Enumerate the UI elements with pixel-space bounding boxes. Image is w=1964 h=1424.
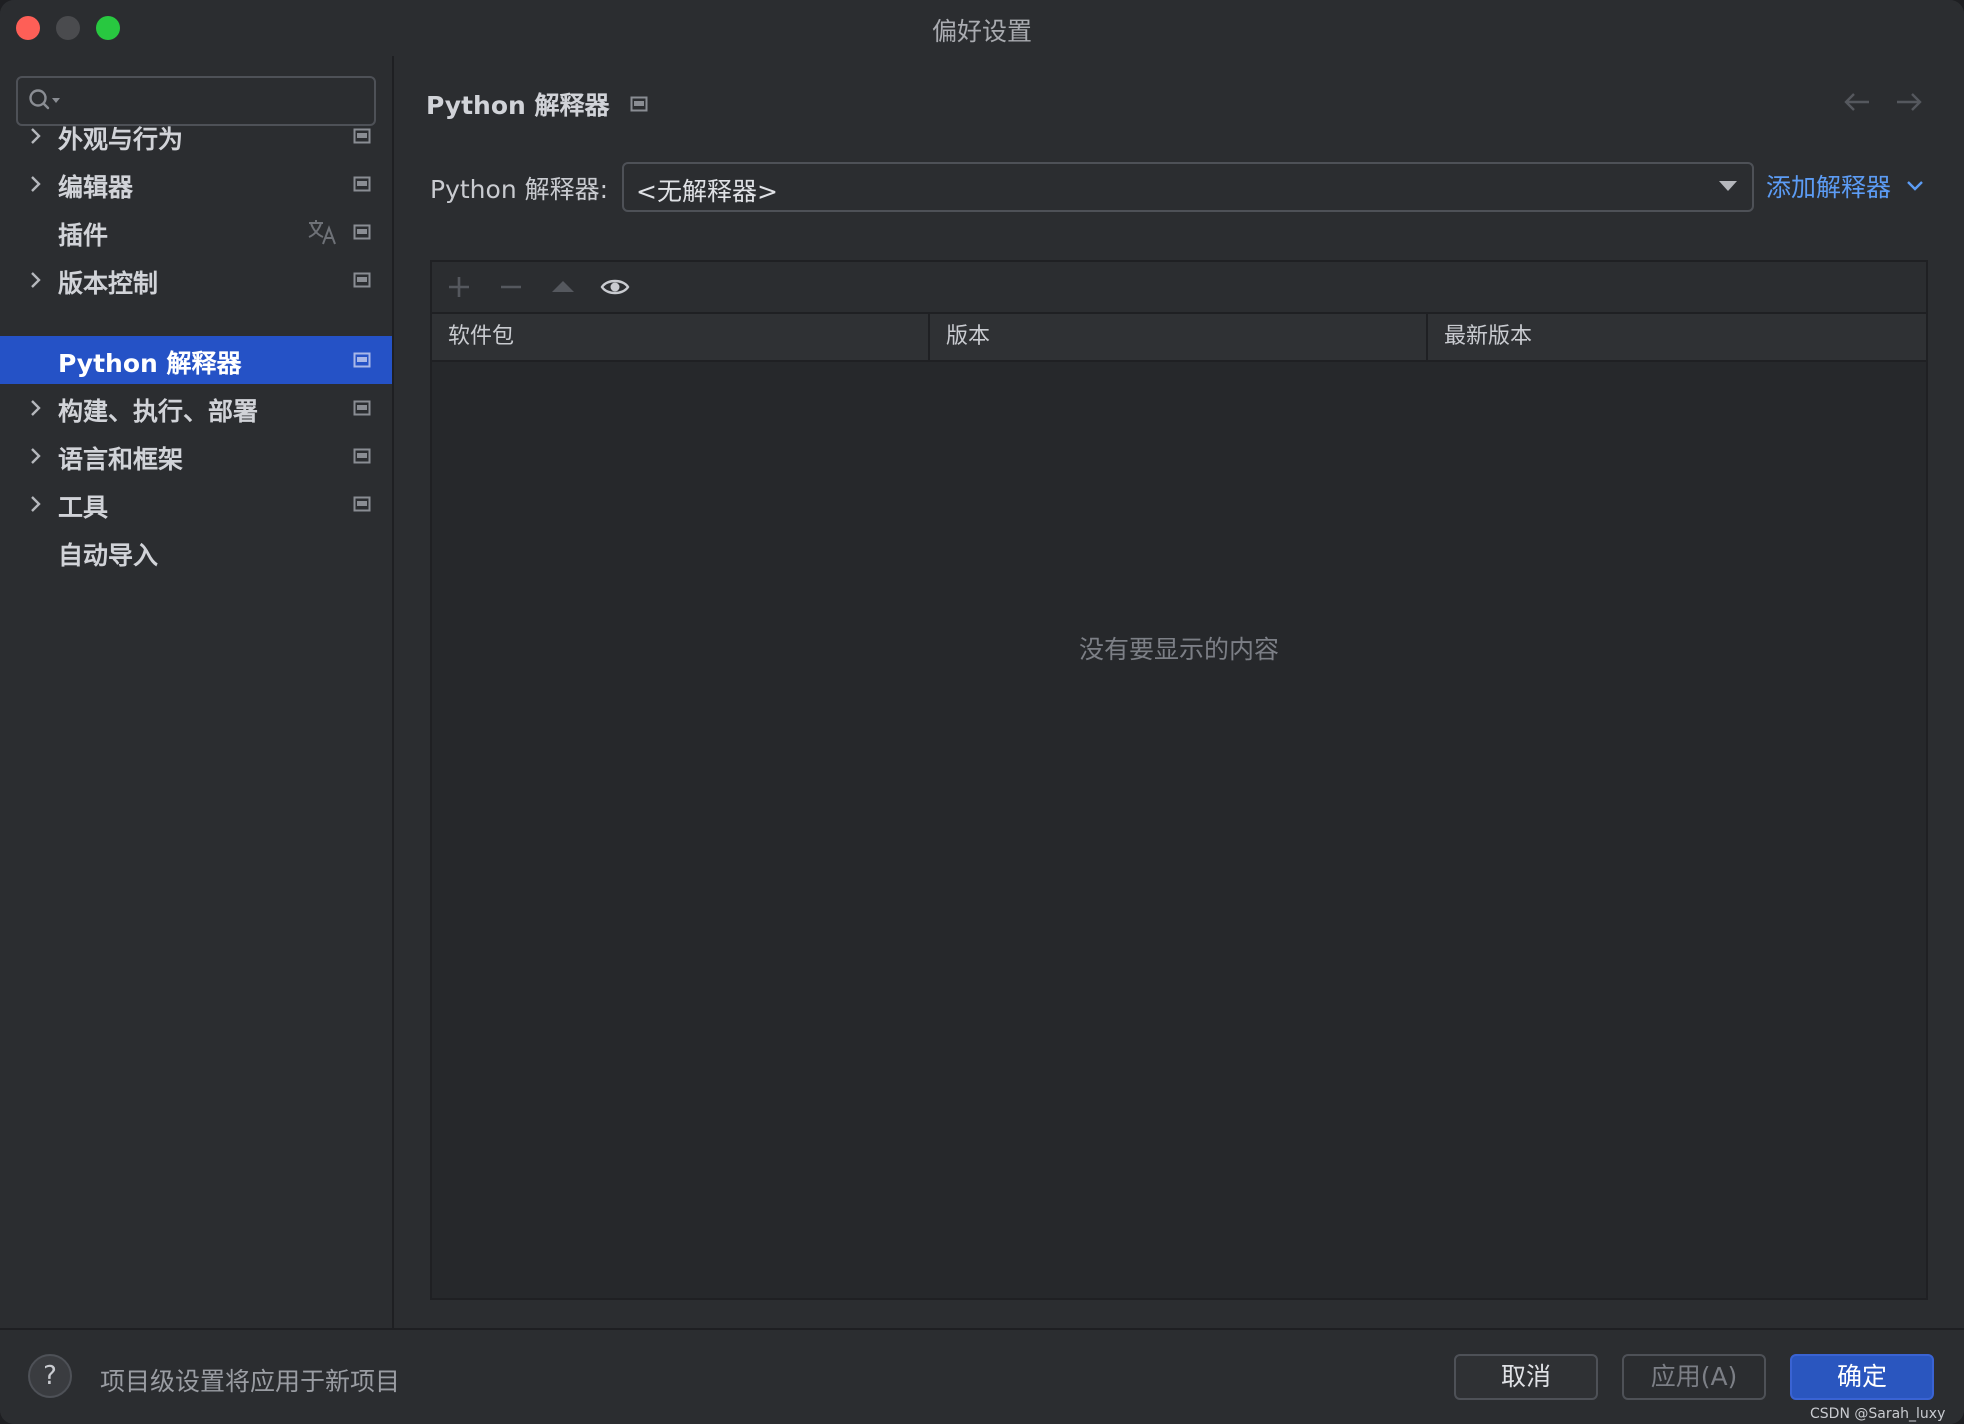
add-interpreter-link[interactable]: 添加解释器 <box>1766 168 1891 204</box>
arrow-right-icon[interactable] <box>1894 90 1924 114</box>
empty-table-message: 没有要显示的内容 <box>1078 635 1279 664</box>
cancel-button[interactable]: 取消 <box>1454 1354 1598 1400</box>
settings-sidebar: 外观与行为 编辑器 插件 版本控制 Python 解释器 构建、执行、部署 语言… <box>0 56 394 1328</box>
help-button[interactable]: ? <box>28 1354 72 1398</box>
sidebar-item-label: 编辑器 <box>58 173 134 202</box>
sidebar-item-label: 工具 <box>58 493 109 522</box>
packages-table: 软件包 版本 最新版本 没有要显示的内容 <box>432 312 1926 1298</box>
eye-icon[interactable] <box>600 272 630 302</box>
sidebar-item-languages-frameworks[interactable]: 语言和框架 <box>0 432 392 480</box>
project-scope-icon <box>353 448 371 464</box>
sidebar-item-label: 外观与行为 <box>58 125 184 154</box>
sidebar-item-build-execution-deployment[interactable]: 构建、执行、部署 <box>0 384 392 432</box>
sidebar-item-editor[interactable]: 编辑器 <box>0 160 392 208</box>
sidebar-item-label: 插件 <box>58 221 109 250</box>
ok-button[interactable]: 确定 <box>1790 1354 1934 1400</box>
chevron-right-icon[interactable] <box>26 398 46 418</box>
apply-button[interactable]: 应用(A) <box>1622 1354 1766 1400</box>
page-title: Python 解释器 <box>426 91 610 120</box>
chevron-right-icon[interactable] <box>26 270 46 290</box>
project-scope-icon <box>353 496 371 512</box>
chevron-right-icon[interactable] <box>26 494 46 514</box>
sidebar-item-appearance-behavior[interactable]: 外观与行为 <box>0 112 392 160</box>
title-bar: 偏好设置 <box>0 0 1964 56</box>
minus-icon[interactable] <box>496 272 526 302</box>
sidebar-item-tools[interactable]: 工具 <box>0 480 392 528</box>
column-header-version[interactable]: 版本 <box>930 314 1428 360</box>
search-icon <box>29 89 60 110</box>
preferences-window: 偏好设置 外观与行为 编辑器 插件 版本控制 Python 解释器 构建、执行、… <box>0 0 1964 1424</box>
plus-icon[interactable] <box>444 272 474 302</box>
watermark: CSDN @Sarah_luxy <box>1810 1406 1946 1422</box>
column-header-latest-version[interactable]: 最新版本 <box>1428 314 1926 360</box>
sidebar-item-label: 语言和框架 <box>58 445 184 474</box>
chevron-right-icon[interactable] <box>26 126 46 146</box>
sidebar-item-label: Python 解释器 <box>58 349 242 378</box>
packages-table-header: 软件包 版本 最新版本 <box>432 312 1926 362</box>
packages-toolbar <box>432 262 1926 312</box>
sidebar-item-version-control[interactable]: 版本控制 <box>0 256 392 304</box>
sidebar-item-python-interpreter[interactable]: Python 解释器 <box>0 336 392 384</box>
interpreter-selected-value: <无解释器> <box>636 177 778 206</box>
settings-content: Python 解释器 Python 解释器: <无解释器> 添加解释器 软件包 … <box>394 56 1964 1328</box>
project-scope-icon <box>630 96 648 112</box>
footer-note: 项目级设置将应用于新项目 <box>100 1367 401 1396</box>
project-scope-icon <box>353 128 371 144</box>
chevron-right-icon[interactable] <box>26 446 46 466</box>
sidebar-item-label: 版本控制 <box>58 269 159 298</box>
project-scope-icon <box>353 176 371 192</box>
chevron-right-icon[interactable] <box>26 174 46 194</box>
chevron-down-icon[interactable] <box>1906 180 1924 192</box>
dialog-footer: ? 项目级设置将应用于新项目 取消 应用(A) 确定 CSDN @Sarah_l… <box>0 1328 1964 1424</box>
sidebar-item-plugins[interactable]: 插件 <box>0 208 392 256</box>
upgrade-arrow-icon[interactable] <box>548 272 578 302</box>
sidebar-item-label: 构建、执行、部署 <box>58 397 259 426</box>
sidebar-item-auto-import[interactable]: 自动导入 <box>0 528 392 576</box>
project-scope-icon <box>353 224 371 240</box>
interpreter-label: Python 解释器: <box>430 175 609 204</box>
project-scope-icon <box>353 352 371 368</box>
translate-icon <box>308 220 336 245</box>
arrow-left-icon[interactable] <box>1842 90 1872 114</box>
dropdown-arrow-icon <box>1719 181 1737 191</box>
column-header-package[interactable]: 软件包 <box>432 314 930 360</box>
project-scope-icon <box>353 272 371 288</box>
window-title: 偏好设置 <box>931 17 1032 46</box>
sidebar-item-label: 自动导入 <box>58 541 159 570</box>
packages-panel: 软件包 版本 最新版本 没有要显示的内容 <box>430 260 1928 1300</box>
project-scope-icon <box>353 400 371 416</box>
interpreter-select[interactable]: <无解释器> <box>622 162 1754 212</box>
